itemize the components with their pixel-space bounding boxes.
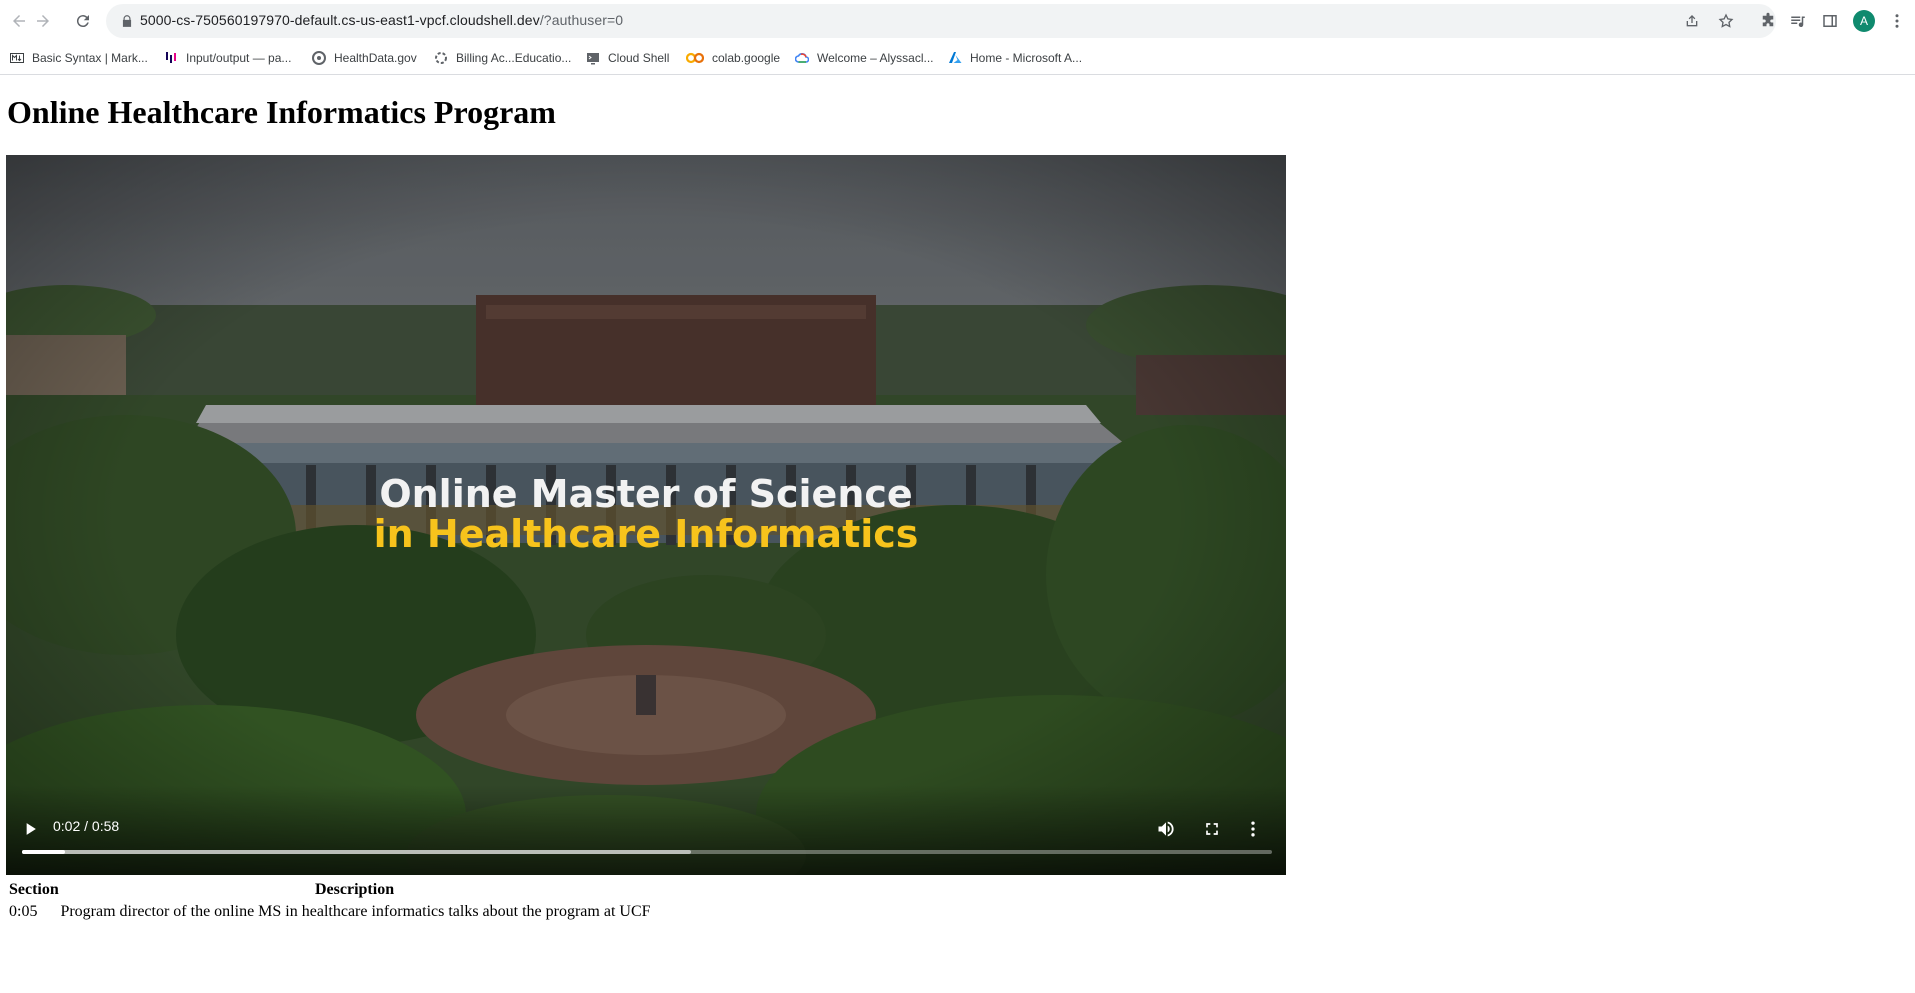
google-cloud-icon [794, 51, 810, 65]
table-row: 0:05 Program director of the online MS i… [6, 902, 654, 922]
azure-icon [948, 51, 962, 65]
forward-icon [37, 15, 49, 27]
bookmark-label: Billing Ac...Educatio... [456, 51, 572, 65]
table-header-row: Section Description [6, 880, 397, 900]
video-controls-bar [6, 785, 1286, 875]
section-time-cell: 0:05 [9, 903, 38, 920]
extensions-icon[interactable] [1759, 12, 1777, 30]
colab-icon [685, 51, 705, 65]
bookmark-label: colab.google [712, 51, 781, 65]
reload-button[interactable] [72, 10, 94, 32]
play-button[interactable] [17, 816, 43, 842]
fullscreen-button[interactable] [1199, 816, 1225, 842]
share-icon[interactable] [1684, 13, 1700, 29]
more-options-button[interactable] [1240, 816, 1266, 842]
page-title: Online Healthcare Informatics Program [7, 94, 556, 130]
video-played-bar [22, 850, 65, 854]
video-buffered-bar [22, 850, 691, 854]
url-host: 5000-cs-750560197970-default.cs-us-east1… [140, 12, 540, 28]
video-overlay-subtitle: in Healthcare Informatics [373, 512, 919, 556]
bookmark-welcome[interactable]: Welcome – Alyssacl... [794, 48, 934, 68]
bookmark-colab[interactable]: colab.google [685, 48, 781, 68]
bookmark-basic-syntax[interactable]: Basic Syntax | Mark... [10, 48, 148, 68]
cloud-shell-icon [586, 51, 600, 65]
more-vert-icon [1251, 821, 1255, 837]
volume-icon [1158, 821, 1174, 837]
bookmark-label: HealthData.gov [334, 51, 417, 65]
bookmark-healthdata[interactable]: HealthData.gov [312, 48, 417, 68]
bookmark-label: Cloud Shell [608, 51, 670, 65]
menu-icon[interactable] [1888, 12, 1906, 30]
markdown-icon [10, 51, 24, 65]
billing-icon [434, 51, 448, 65]
healthdata-icon [312, 51, 326, 65]
video-progress-bar[interactable] [22, 850, 1272, 854]
back-button[interactable] [8, 10, 30, 32]
bookmark-label: Basic Syntax | Mark... [32, 51, 148, 65]
pandas-icon [164, 51, 178, 65]
mute-button[interactable] [1153, 816, 1179, 842]
video-time-display: 0:02 / 0:58 [53, 818, 120, 834]
star-icon[interactable] [1718, 13, 1734, 29]
profile-avatar[interactable]: A [1853, 10, 1875, 32]
fullscreen-icon [1206, 823, 1218, 835]
side-panel-icon[interactable] [1821, 12, 1839, 30]
bookmarks-bar: Basic Syntax | Mark... Input/output — pa… [0, 42, 1915, 75]
section-description-cell: Program director of the online MS in hea… [60, 903, 651, 920]
lock-icon [122, 15, 132, 27]
description-column-header: Description [315, 881, 395, 898]
bookmark-input-output[interactable]: Input/output — pa... [164, 48, 291, 68]
bookmark-billing[interactable]: Billing Ac...Educatio... [434, 48, 571, 68]
section-column-header: Section [9, 881, 59, 898]
bookmark-cloud-shell[interactable]: Cloud Shell [586, 48, 669, 68]
url-path: /?authuser=0 [539, 12, 624, 28]
play-icon [26, 823, 36, 835]
forward-button[interactable] [32, 10, 54, 32]
bookmark-label: Home - Microsoft A... [970, 51, 1083, 65]
address-bar[interactable]: 5000-cs-750560197970-default.cs-us-east1… [106, 4, 1776, 38]
bookmark-label: Welcome – Alyssacl... [817, 51, 934, 65]
video-overlay-title: Online Master of Science [379, 472, 913, 516]
bookmark-label: Input/output — pa... [186, 51, 292, 65]
media-control-icon[interactable] [1789, 12, 1807, 30]
back-icon [13, 15, 25, 27]
sections-table-body: 0:05 Program director of the online MS i… [6, 902, 654, 922]
reload-icon [76, 15, 89, 28]
url-text[interactable]: 5000-cs-750560197970-default.cs-us-east1… [140, 12, 623, 28]
browser-toolbar: 5000-cs-750560197970-default.cs-us-east1… [0, 0, 1915, 42]
video-player[interactable]: Online Master of Science in Healthcare I… [6, 155, 1286, 875]
bookmark-microsoft-azure[interactable]: Home - Microsoft A... [948, 48, 1082, 68]
sections-table: Section Description [6, 880, 397, 900]
